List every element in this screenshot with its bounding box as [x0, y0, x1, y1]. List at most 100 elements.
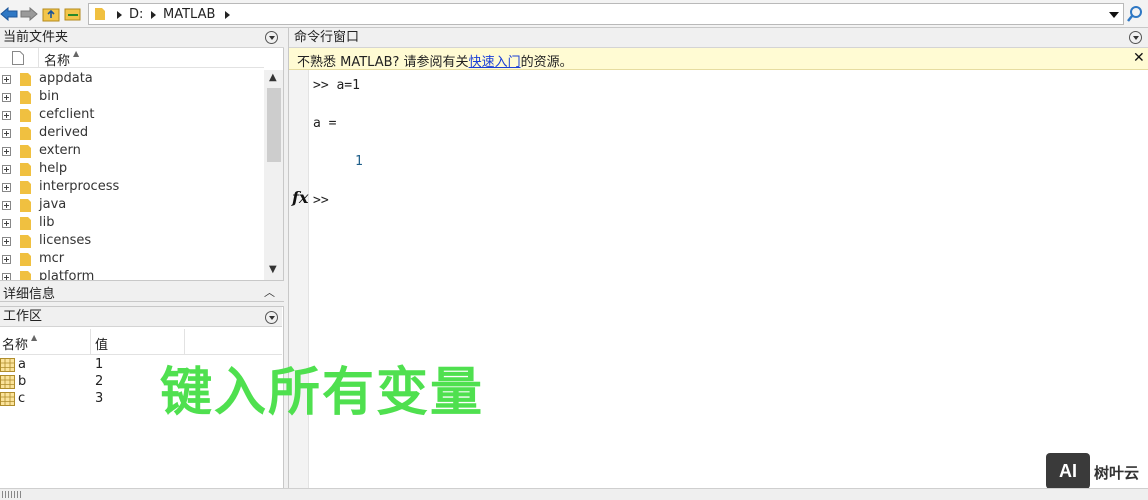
- column-divider: [90, 329, 91, 355]
- expand-icon[interactable]: [2, 75, 11, 84]
- details-panel-bar[interactable]: 详细信息 ︿: [0, 280, 284, 302]
- expand-icon[interactable]: [2, 237, 11, 246]
- expand-icon[interactable]: [2, 93, 11, 102]
- forward-icon[interactable]: [20, 6, 38, 22]
- command-line: >> a=1: [313, 78, 360, 93]
- folder-icon: [20, 73, 31, 86]
- path-box[interactable]: D: MATLAB: [88, 3, 1124, 25]
- panel-title: 当前文件夹: [0, 28, 284, 48]
- watermark-text: 树叶云: [1094, 464, 1140, 482]
- folder-icon: [20, 199, 31, 212]
- list-item[interactable]: licenses: [0, 232, 264, 250]
- variable-icon: [0, 392, 15, 406]
- list-item[interactable]: interprocess: [0, 178, 264, 196]
- panel-title: 工作区: [0, 307, 282, 327]
- folder-icon: [20, 109, 31, 122]
- panel-menu-icon[interactable]: [265, 311, 278, 324]
- chevron-down-icon[interactable]: [1109, 12, 1119, 18]
- list-item[interactable]: bin: [0, 88, 264, 106]
- function-browser-icon[interactable]: fx: [292, 188, 308, 207]
- folder-name: derived: [39, 125, 89, 140]
- chevron-up-icon[interactable]: ︿: [264, 284, 275, 300]
- panel-title: 命令行窗口: [289, 28, 1148, 48]
- back-icon[interactable]: [0, 6, 18, 22]
- list-item[interactable]: cefclient: [0, 106, 264, 124]
- details-title: 详细信息: [3, 287, 56, 302]
- file-type-icon: [12, 51, 24, 65]
- column-name-label[interactable]: 名称: [44, 50, 70, 69]
- status-bar: [0, 488, 1148, 500]
- scroll-thumb[interactable]: [267, 88, 281, 162]
- overlay-caption: 键入所有变量: [160, 363, 485, 423]
- output-variable: a =: [313, 116, 337, 131]
- info-suffix: 的资源。: [520, 55, 573, 70]
- list-item[interactable]: extern: [0, 142, 264, 160]
- folder-list: appdata bin cefclient derived extern hel…: [0, 70, 264, 280]
- info-prefix: 不熟悉 MATLAB? 请参阅有关: [297, 55, 469, 70]
- folder-icon: [20, 235, 31, 248]
- scroll-up-icon[interactable]: ▲: [269, 72, 277, 83]
- sort-ascending-icon: ▲: [31, 333, 38, 342]
- folder-name: extern: [39, 143, 81, 158]
- list-item[interactable]: lib: [0, 214, 264, 232]
- expand-icon[interactable]: [2, 273, 11, 280]
- folder-icon: [20, 253, 31, 266]
- list-item[interactable]: appdata: [0, 70, 264, 88]
- expand-icon[interactable]: [2, 165, 11, 174]
- sort-ascending-icon: ▲: [73, 49, 80, 58]
- list-item[interactable]: derived: [0, 124, 264, 142]
- expand-icon[interactable]: [2, 183, 11, 192]
- panel-menu-icon[interactable]: [265, 31, 278, 44]
- folder-icon: [20, 271, 31, 280]
- breadcrumb-drive[interactable]: D:: [129, 7, 143, 22]
- column-value-label[interactable]: 值: [95, 334, 108, 353]
- expand-icon[interactable]: [2, 129, 11, 138]
- watermark: AI 树叶云: [1046, 452, 1146, 490]
- folder-name: java: [39, 197, 67, 212]
- browse-folder-icon[interactable]: [64, 6, 82, 22]
- quick-start-link[interactable]: 快速入门: [469, 55, 521, 70]
- folder-icon: [20, 91, 31, 104]
- list-item[interactable]: mcr: [0, 250, 264, 268]
- info-text: 不熟悉 MATLAB? 请参阅有关快速入门的资源。: [297, 51, 573, 70]
- command-prompt[interactable]: >>: [313, 193, 329, 208]
- expand-icon[interactable]: [2, 111, 11, 120]
- expand-icon[interactable]: [2, 219, 11, 228]
- expand-icon[interactable]: [2, 201, 11, 210]
- variable-value: 3: [95, 391, 104, 406]
- command-gutter: [289, 70, 309, 488]
- column-divider: [38, 48, 39, 68]
- variable-name: a: [18, 357, 26, 372]
- up-folder-icon[interactable]: [42, 6, 60, 22]
- list-item[interactable]: platform: [0, 268, 264, 280]
- breadcrumb-arrow-icon: [151, 11, 156, 19]
- current-folder-panel: 当前文件夹 名称 ▲ appdata bin cefclient derived…: [0, 28, 284, 280]
- folder-name: licenses: [39, 233, 92, 248]
- folder-icon: [20, 145, 31, 158]
- folder-icon: [95, 8, 105, 20]
- address-bar: D: MATLAB: [0, 0, 1148, 28]
- expand-icon[interactable]: [2, 255, 11, 264]
- panel-menu-icon[interactable]: [1129, 31, 1142, 44]
- folder-name: bin: [39, 89, 60, 104]
- list-item[interactable]: help: [0, 160, 264, 178]
- info-bar: 不熟悉 MATLAB? 请参阅有关快速入门的资源。 ✕: [289, 48, 1148, 70]
- folder-name: mcr: [39, 251, 65, 266]
- close-icon[interactable]: ✕: [1133, 50, 1145, 66]
- column-header: 名称 ▲: [0, 48, 264, 69]
- folder-name: interprocess: [39, 179, 120, 194]
- search-icon[interactable]: [1126, 5, 1144, 23]
- variable-name: b: [18, 374, 27, 389]
- resize-grip-icon[interactable]: [2, 491, 22, 498]
- breadcrumb-arrow-icon: [117, 11, 122, 19]
- folder-name: platform: [39, 269, 95, 280]
- watermark-logo: AI: [1046, 453, 1090, 489]
- folder-icon: [20, 163, 31, 176]
- scroll-down-icon[interactable]: ▼: [269, 264, 277, 275]
- expand-icon[interactable]: [2, 147, 11, 156]
- folder-name: cefclient: [39, 107, 95, 122]
- variable-value: 2: [95, 374, 104, 389]
- list-item[interactable]: java: [0, 196, 264, 214]
- breadcrumb-folder[interactable]: MATLAB: [163, 7, 215, 22]
- column-name-label[interactable]: 名称: [2, 334, 28, 353]
